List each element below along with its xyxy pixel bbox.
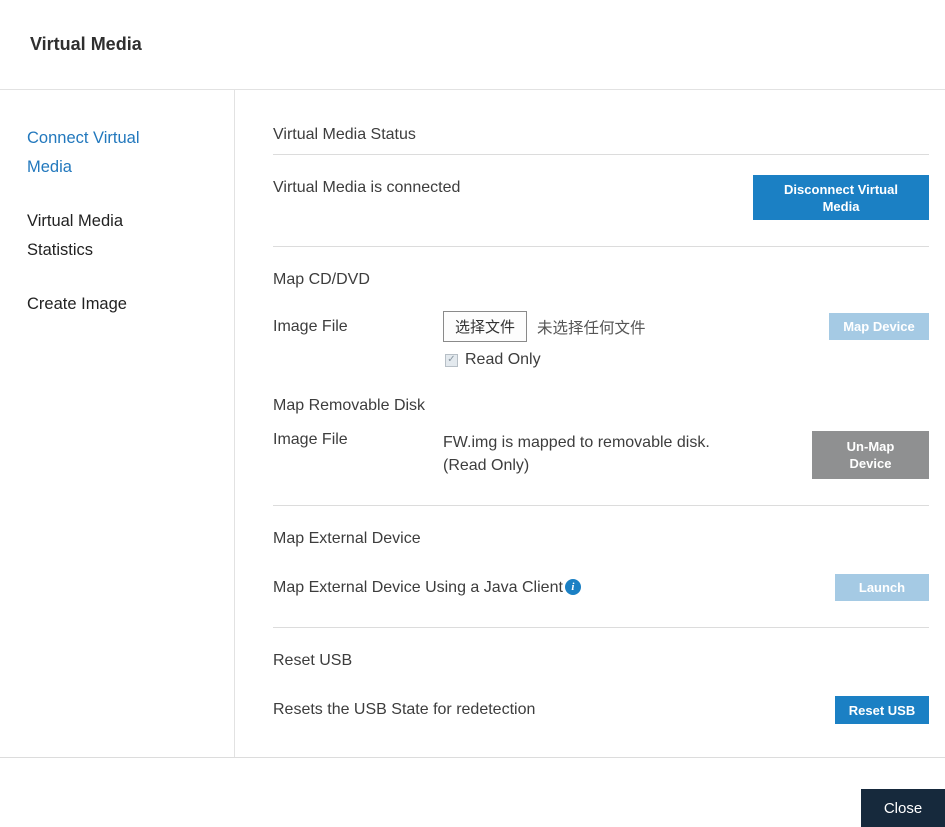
removable-mapped-message-line2: (Read Only) <box>443 454 812 477</box>
dialog-header: Virtual Media <box>0 0 945 90</box>
divider <box>273 246 929 247</box>
unmap-device-button[interactable]: Un-Map Device <box>812 431 929 479</box>
removable-mapped-message-line1: FW.img is mapped to removable disk. <box>443 431 812 454</box>
choose-file-button[interactable]: 选择文件 <box>443 311 527 342</box>
page-title: Virtual Media <box>30 34 142 55</box>
dialog-body: Connect Virtual Media Virtual Media Stat… <box>0 90 945 758</box>
section-reset-usb: Reset USB Resets the USB State for redet… <box>273 652 929 724</box>
map-cd-dvd-heading: Map CD/DVD <box>273 271 929 289</box>
section-map-cd-dvd: Map CD/DVD Image File 选择文件 未选择任何文件 Map D… <box>273 271 929 369</box>
map-external-device-heading: Map External Device <box>273 530 929 548</box>
section-map-external-device: Map External Device Map External Device … <box>273 530 929 628</box>
virtual-media-status-heading: Virtual Media Status <box>273 126 929 155</box>
read-only-label: Read Only <box>465 351 541 369</box>
map-device-button[interactable]: Map Device <box>829 313 929 340</box>
close-button[interactable]: Close <box>861 789 945 827</box>
section-virtual-media-status: Virtual Media Status Virtual Media is co… <box>273 126 929 247</box>
no-file-chosen-text: 未选择任何文件 <box>537 316 646 338</box>
launch-button[interactable]: Launch <box>835 574 929 601</box>
sidebar-item-connect-virtual-media[interactable]: Connect Virtual Media <box>27 124 177 182</box>
map-removable-disk-heading: Map Removable Disk <box>273 397 929 415</box>
removable-mapped-message: FW.img is mapped to removable disk. (Rea… <box>443 431 812 477</box>
sidebar: Connect Virtual Media Virtual Media Stat… <box>0 90 235 757</box>
info-icon[interactable]: i <box>565 579 581 595</box>
divider <box>273 627 929 628</box>
read-only-checkbox[interactable]: ✓ <box>445 354 458 367</box>
virtual-media-status-message: Virtual Media is connected <box>273 179 460 197</box>
dialog-footer: Close <box>0 758 945 816</box>
external-device-message-text: Map External Device Using a Java Client <box>273 579 563 596</box>
reset-usb-message: Resets the USB State for redetection <box>273 701 535 719</box>
external-device-message: Map External Device Using a Java Clienti <box>273 579 581 597</box>
cd-image-file-label: Image File <box>273 318 443 336</box>
cd-file-input: 选择文件 未选择任何文件 <box>443 311 829 342</box>
sidebar-item-virtual-media-statistics[interactable]: Virtual Media Statistics <box>27 207 177 265</box>
disconnect-virtual-media-button[interactable]: Disconnect Virtual Media <box>753 175 929 220</box>
removable-image-file-label: Image File <box>273 431 443 449</box>
section-map-removable-disk: Map Removable Disk Image File FW.img is … <box>273 397 929 506</box>
content-panel: Virtual Media Status Virtual Media is co… <box>235 90 945 757</box>
divider <box>273 505 929 506</box>
sidebar-item-create-image[interactable]: Create Image <box>27 290 177 319</box>
reset-usb-heading: Reset USB <box>273 652 929 670</box>
reset-usb-button[interactable]: Reset USB <box>835 696 929 724</box>
